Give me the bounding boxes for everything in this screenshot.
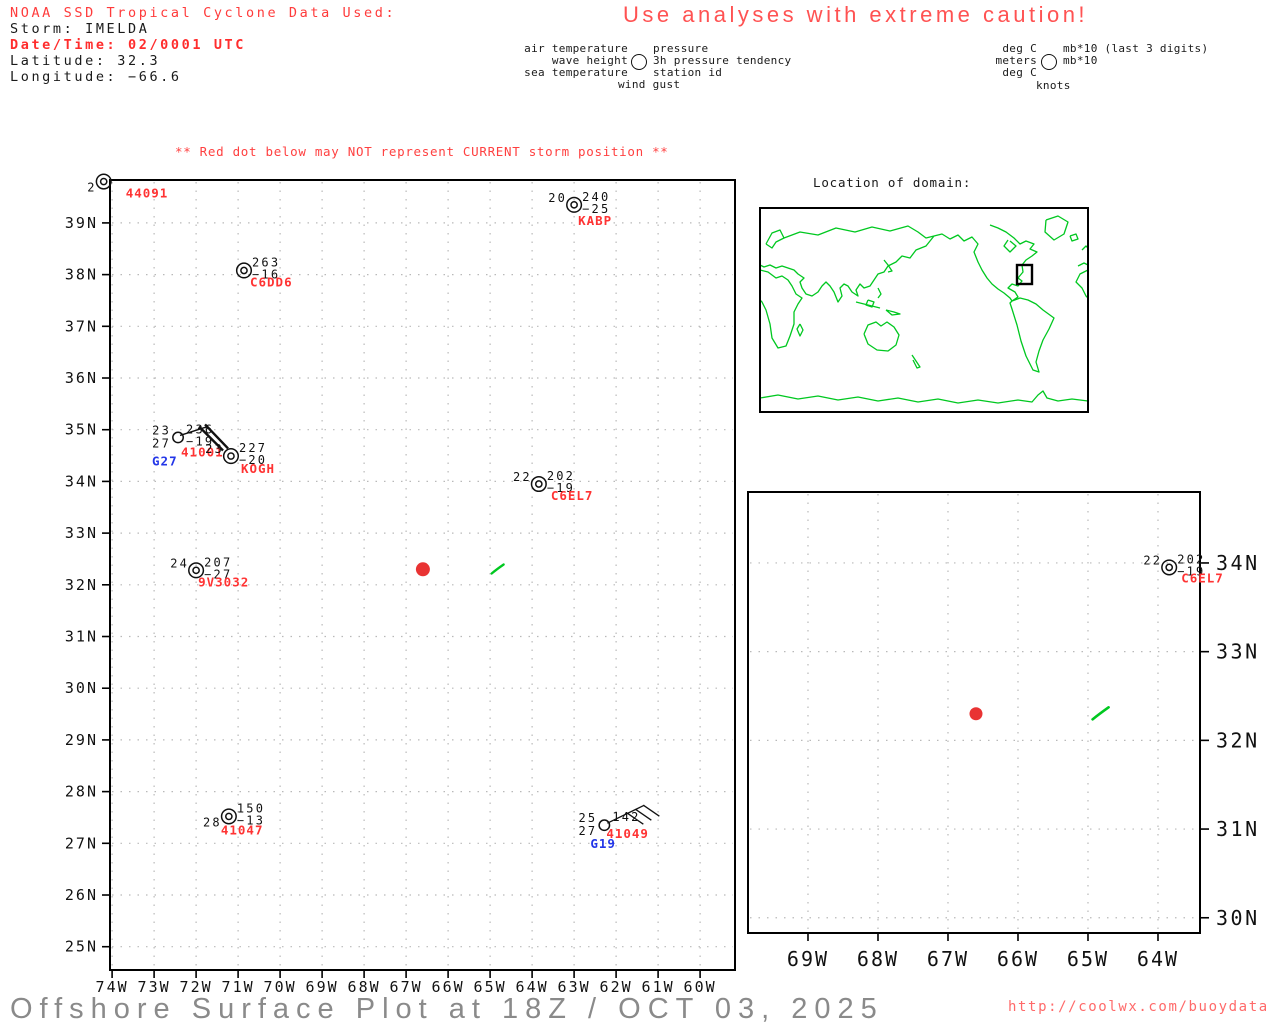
storm-position-dot <box>415 562 430 577</box>
svg-text:C6EL7: C6EL7 <box>551 488 594 503</box>
station-symbol <box>95 173 112 190</box>
station-symbol <box>172 431 184 444</box>
coastline <box>1009 297 1055 373</box>
coastline <box>1077 262 1088 267</box>
svg-text:33N: 33N <box>65 524 98 542</box>
coastline <box>760 269 803 349</box>
source-url-link[interactable]: http://coolwx.com/buoydata <box>1008 999 1269 1015</box>
world-inset-map <box>759 207 1089 413</box>
coastline <box>760 390 1088 404</box>
station-41047: 28150−1341047 <box>203 801 264 837</box>
svg-text:2: 2 <box>87 181 96 195</box>
station-41049: 252714241049G19 <box>578 804 660 851</box>
coastline <box>783 225 935 239</box>
svg-text:30N: 30N <box>1216 906 1260 930</box>
svg-text:KOGH: KOGH <box>241 461 275 476</box>
svg-text:22: 22 <box>1143 553 1162 567</box>
island-bermuda <box>490 563 505 575</box>
svg-text:22: 22 <box>513 470 532 484</box>
station-C6DD6: 263−16C6DD6 <box>235 255 293 289</box>
plot-canvas: 39N 38N 37N 36N 35N 34N 33N 32N 31N 30N 29N 28N 27N 2… <box>65 173 1260 996</box>
svg-text:26N: 26N <box>65 886 98 904</box>
svg-text:38N: 38N <box>65 266 98 284</box>
coastline <box>1044 215 1069 241</box>
svg-text:33N: 33N <box>1216 640 1260 664</box>
svg-text:44091: 44091 <box>126 186 169 201</box>
coastline <box>989 224 1038 302</box>
station-symbol <box>222 448 240 465</box>
buoy-plot-page: NOAA SSD Tropical Cyclone Data Used: Sto… <box>0 0 1280 1024</box>
svg-text:39N: 39N <box>65 214 98 232</box>
svg-text:34N: 34N <box>65 472 98 490</box>
main-map: 39N 38N 37N 36N 35N 34N 33N 32N 31N 30N 29N 28N 27N 2… <box>65 173 736 996</box>
coastline <box>865 299 875 308</box>
coastline <box>1003 239 1017 253</box>
svg-text:69W: 69W <box>787 947 829 971</box>
detail-map: 34N33N32N31N30N69W 68W 67W 66W 65W 64W22 202−1… <box>747 491 1260 971</box>
svg-text:31N: 31N <box>1216 817 1260 841</box>
svg-text:64W: 64W <box>1137 947 1179 971</box>
station-9V3032: 24 207−279V3032 <box>170 555 249 589</box>
svg-text:20: 20 <box>548 191 567 205</box>
wind-barb <box>642 804 660 817</box>
svg-text:27: 27 <box>152 436 171 450</box>
station-44091: 2 44091 <box>87 173 169 201</box>
station-KABP: 20 240−25KABP <box>548 190 612 228</box>
coastline <box>877 287 882 299</box>
svg-text:65W: 65W <box>1067 947 1109 971</box>
svg-text:142: 142 <box>612 810 640 824</box>
coastline <box>760 235 935 303</box>
storm-position-dot <box>969 707 983 721</box>
svg-text:25: 25 <box>578 811 597 825</box>
coastline <box>933 233 1013 302</box>
coastline <box>885 309 901 316</box>
svg-text:24: 24 <box>170 556 189 570</box>
island-bermuda <box>1091 706 1110 721</box>
svg-text:28N: 28N <box>65 783 98 801</box>
svg-text:23: 23 <box>205 442 224 456</box>
coastline <box>1075 269 1088 299</box>
svg-text:66W: 66W <box>997 947 1039 971</box>
coastline <box>765 229 785 249</box>
svg-text:G19: G19 <box>590 836 616 851</box>
svg-text:25N: 25N <box>65 938 98 956</box>
svg-text:32N: 32N <box>65 576 98 594</box>
coastline <box>796 323 804 337</box>
plot-title: Offshore Surface Plot at 18Z / OCT 03, 2… <box>10 993 884 1024</box>
svg-text:37N: 37N <box>65 317 98 335</box>
svg-text:KABP: KABP <box>578 213 612 228</box>
svg-text:G27: G27 <box>152 453 178 468</box>
station-symbol <box>530 475 547 493</box>
svg-text:C6EL7: C6EL7 <box>1181 570 1224 585</box>
svg-text:9V3032: 9V3032 <box>198 574 249 589</box>
svg-text:27N: 27N <box>65 834 98 852</box>
svg-text:C6DD6: C6DD6 <box>250 274 293 289</box>
svg-text:28: 28 <box>203 815 222 829</box>
domain-box <box>1015 263 1034 286</box>
coastline <box>1069 233 1079 242</box>
svg-text:32N: 32N <box>1216 728 1260 752</box>
svg-text:36N: 36N <box>65 369 98 387</box>
svg-text:68W: 68W <box>857 947 899 971</box>
station-C6EL7: 22 202−19C6EL7 <box>1143 552 1224 585</box>
svg-text:31N: 31N <box>65 628 98 646</box>
station-symbol <box>1161 559 1178 576</box>
svg-text:35N: 35N <box>65 421 98 439</box>
coastline <box>863 321 900 352</box>
station-C6EL7: 22 202−19C6EL7 <box>513 469 594 503</box>
coastline <box>911 354 921 369</box>
svg-text:30N: 30N <box>65 679 98 697</box>
svg-text:67W: 67W <box>927 947 969 971</box>
svg-text:41047: 41047 <box>221 822 264 837</box>
svg-text:29N: 29N <box>65 731 98 749</box>
svg-text:23: 23 <box>152 423 171 437</box>
